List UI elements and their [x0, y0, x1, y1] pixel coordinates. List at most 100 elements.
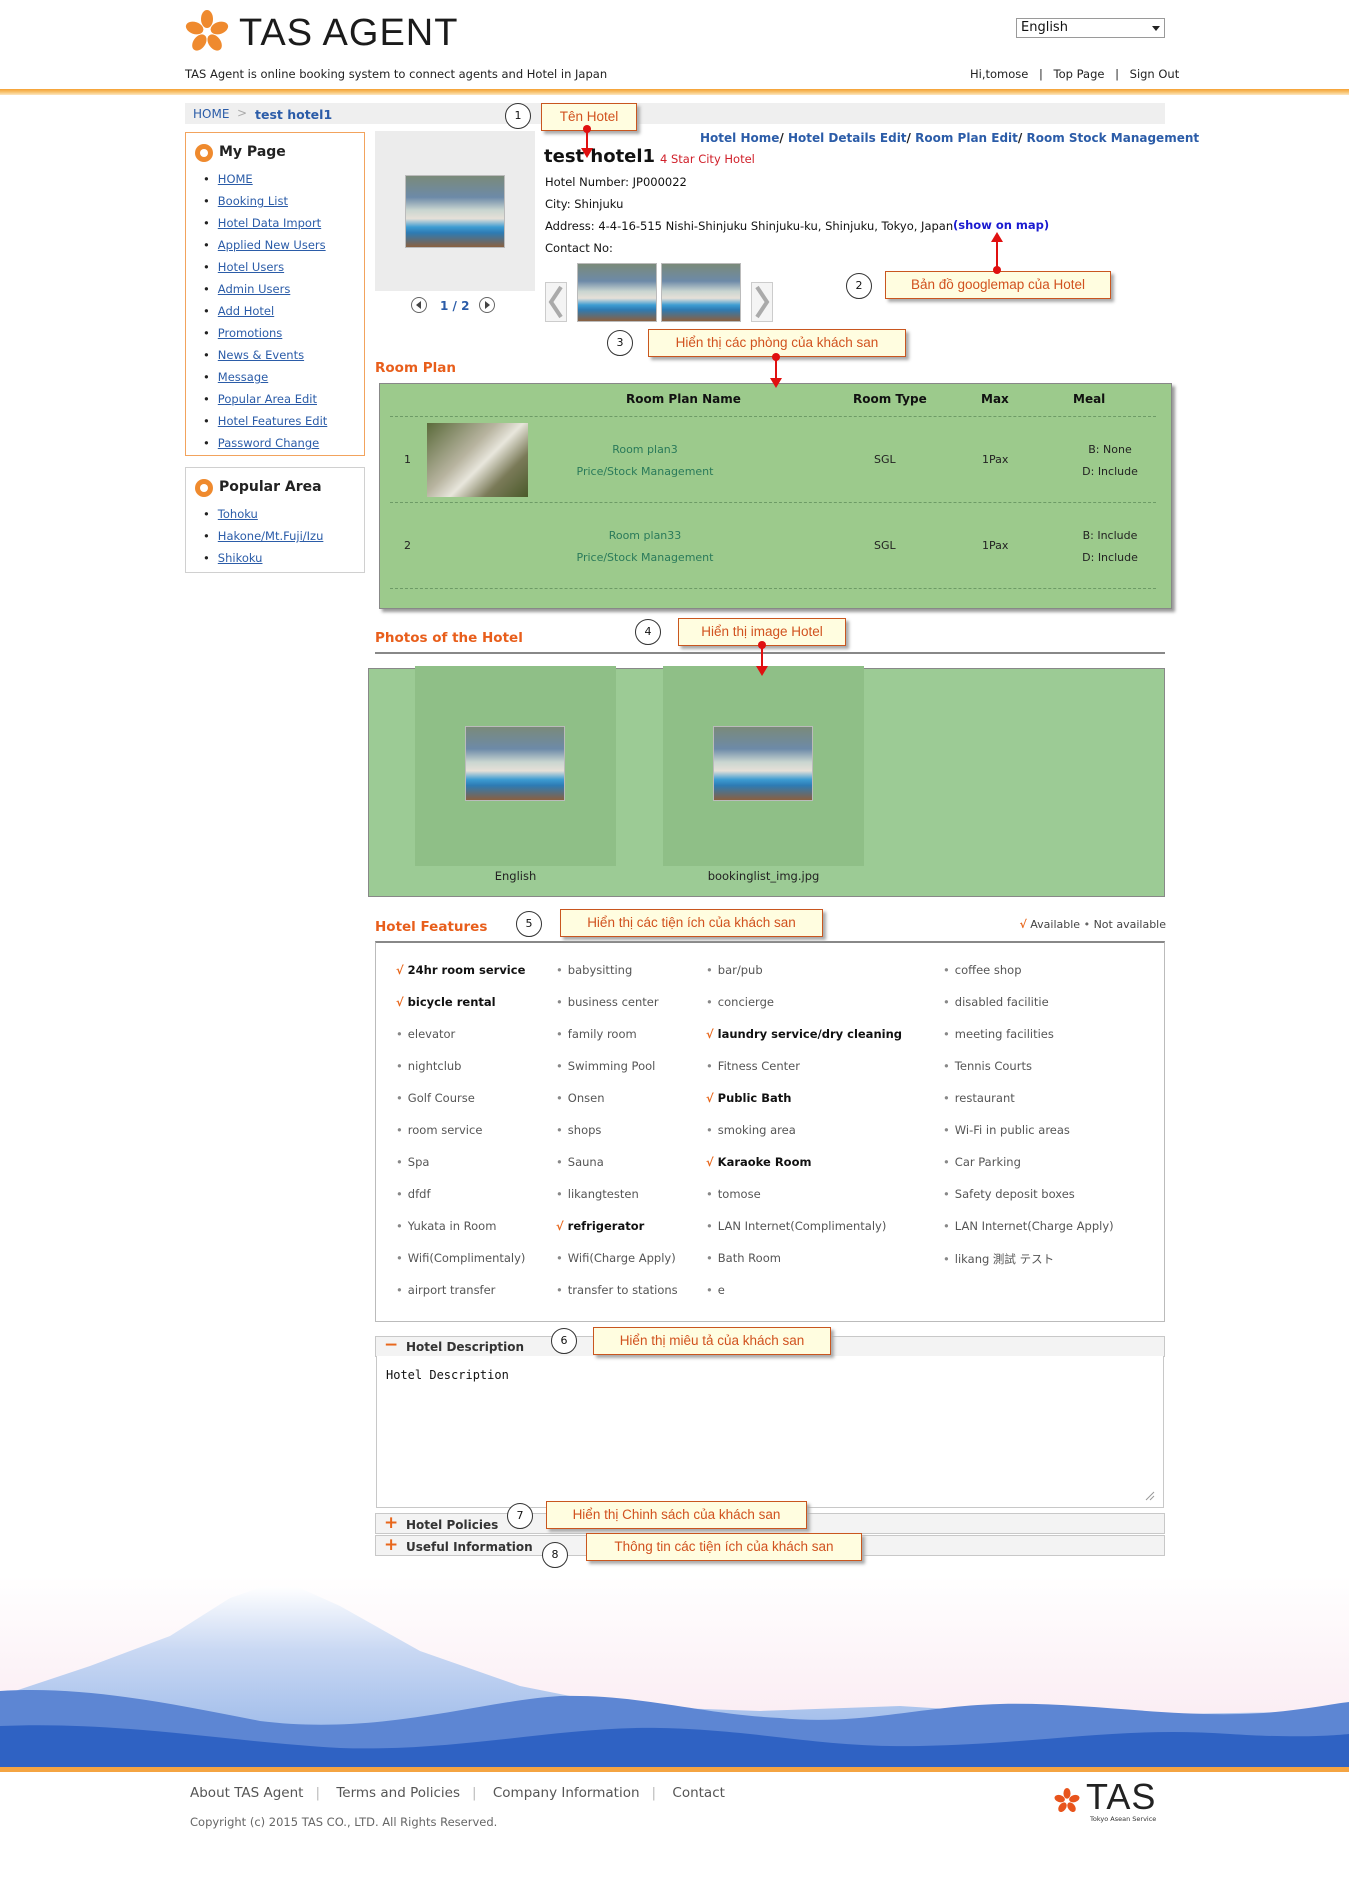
carousel-thumb[interactable] [577, 263, 657, 322]
feature-item: • likangtesten [556, 1187, 639, 1201]
my-page-item-promotions[interactable]: Promotions [203, 322, 327, 344]
footer-about-link[interactable]: About TAS Agent [190, 1785, 303, 1801]
feature-item: √ Public Bath [706, 1091, 791, 1105]
show-on-map-link[interactable]: (show on map) [953, 218, 1049, 232]
bullet-icon: • [943, 963, 950, 977]
menu-link[interactable]: Add Hotel [218, 304, 274, 318]
feature-item: √ bicycle rental [396, 995, 496, 1009]
popular-area-menu: Tohoku Hakone/Mt.Fuji/Izu Shikoku [203, 503, 324, 569]
features-grid: √ 24hr room service • babysitting • bar/pub • c… [375, 941, 1165, 1322]
pager-text: 1 / 2 [440, 299, 470, 313]
menu-link[interactable]: Promotions [218, 326, 283, 340]
photo-pager: 1 / 2 [410, 296, 500, 316]
menu-link[interactable]: Hotel Data Import [218, 216, 321, 230]
feature-label: business center [567, 995, 659, 1009]
next-arrow-icon[interactable] [478, 296, 496, 314]
room-type: SGL [874, 453, 896, 466]
feature-label: disabled facilitie [954, 995, 1049, 1009]
menu-link[interactable]: Popular Area Edit [218, 392, 317, 406]
menu-link[interactable]: Applied New Users [218, 238, 326, 252]
popular-item-shikoku[interactable]: Shikoku [203, 547, 323, 569]
my-page-item-hotel-users[interactable]: Hotel Users [203, 256, 327, 278]
my-page-item-add-hotel[interactable]: Add Hotel [203, 300, 327, 322]
legend-not-available: Not available [1093, 918, 1166, 931]
logo[interactable]: TAS AGENT [185, 8, 457, 56]
meal-dinner: D: Include [1082, 551, 1138, 564]
feature-label: nightclub [407, 1059, 462, 1073]
footer-contact-link[interactable]: Contact [672, 1785, 725, 1801]
bullet-icon: • [706, 963, 713, 977]
area-link[interactable]: Tohoku [218, 507, 258, 521]
feature-label: meeting facilities [954, 1027, 1054, 1041]
collapse-icon: − [384, 1335, 399, 1355]
feature-label: Onsen [567, 1091, 605, 1105]
annotation-label: Hiển thị các tiện ích của khách san [560, 909, 823, 937]
feature-label: Golf Course [407, 1091, 475, 1105]
menu-link[interactable]: Message [218, 370, 268, 384]
check-icon: √ [706, 1091, 714, 1105]
sign-out-link[interactable]: Sign Out [1130, 67, 1180, 81]
feature-label: e [717, 1283, 725, 1297]
feature-item: • smoking area [706, 1123, 796, 1137]
hotel-main-photo[interactable] [405, 175, 505, 248]
room-photo[interactable] [427, 423, 528, 497]
annotation-label: Thông tin các tiện ích của khách san [586, 1533, 862, 1561]
expand-icon: + [384, 1535, 399, 1555]
area-link[interactable]: Shikoku [218, 551, 263, 565]
menu-link[interactable]: Password Change [218, 436, 319, 450]
my-page-item-hotel-features-edit[interactable]: Hotel Features Edit [203, 410, 328, 432]
room-stock-management-link[interactable]: Room Stock Management [1026, 131, 1199, 145]
popular-item-tohoku[interactable]: Tohoku [203, 503, 323, 525]
menu-link[interactable]: Hotel Features Edit [218, 414, 328, 428]
menu-link[interactable]: Admin Users [218, 282, 291, 296]
photo-card [415, 666, 616, 866]
copyright: Copyright (c) 2015 TAS CO., LTD. All Rig… [190, 1815, 498, 1829]
feature-item: • tomose [706, 1187, 761, 1201]
menu-link[interactable]: Booking List [218, 194, 288, 208]
feature-label: Swimming Pool [567, 1059, 656, 1073]
hotel-details-edit-link[interactable]: Hotel Details Edit [788, 131, 907, 145]
breadcrumb-current: test hotel1 [255, 107, 333, 122]
popular-item-hakone[interactable]: Hakone/Mt.Fuji/Izu [203, 525, 324, 547]
hotel-home-link[interactable]: Hotel Home [700, 131, 779, 145]
room-plan-link[interactable]: Room plan33 [545, 529, 745, 542]
my-page-item-message[interactable]: Message [203, 366, 327, 388]
carousel-thumb[interactable] [661, 263, 741, 322]
feature-item: • bar/pub [706, 963, 763, 977]
breadcrumb-home[interactable]: HOME [193, 107, 229, 121]
menu-link[interactable]: News & Events [218, 348, 304, 362]
bullet-icon: • [556, 1251, 563, 1265]
my-page-item-booking-list[interactable]: Booking List [203, 190, 327, 212]
my-page-item-news-events[interactable]: News & Events [203, 344, 327, 366]
footer-terms-link[interactable]: Terms and Policies [336, 1785, 460, 1801]
feature-label: likangtesten [567, 1187, 639, 1201]
gallery-photo[interactable] [713, 726, 813, 801]
top-page-link[interactable]: Top Page [1054, 67, 1105, 81]
room-plan-link[interactable]: Room plan3 [545, 443, 745, 456]
my-page-item-popular-area-edit[interactable]: Popular Area Edit [203, 388, 327, 410]
my-page-item-admin-users[interactable]: Admin Users [203, 278, 327, 300]
menu-link[interactable]: HOME [218, 172, 253, 186]
my-page-item-password-change[interactable]: Password Change [203, 432, 327, 454]
menu-link[interactable]: Hotel Users [218, 260, 284, 274]
feature-item: √ laundry service/dry cleaning [706, 1027, 902, 1041]
price-stock-link[interactable]: Price/Stock Management [545, 551, 745, 564]
my-page-item-applied-new-users[interactable]: Applied New Users [203, 234, 327, 256]
gallery-photo[interactable] [465, 726, 565, 801]
bullet-icon: • [943, 1123, 950, 1137]
price-stock-link[interactable]: Price/Stock Management [545, 465, 745, 478]
language-select[interactable]: English [1016, 18, 1165, 38]
carousel-prev-button[interactable] [545, 282, 567, 322]
footer-company-link[interactable]: Company Information [493, 1785, 640, 1801]
my-page-item-home[interactable]: HOME [203, 168, 327, 190]
bullet-icon: • [943, 1091, 950, 1105]
bullet-icon: • [556, 1283, 563, 1297]
carousel-next-button[interactable] [751, 282, 773, 322]
room-plan-edit-link[interactable]: Room Plan Edit [915, 131, 1018, 145]
resize-handle-icon[interactable] [1145, 1491, 1155, 1501]
feature-label: family room [567, 1027, 637, 1041]
photos-title: Photos of the Hotel [375, 630, 523, 646]
area-link[interactable]: Hakone/Mt.Fuji/Izu [218, 529, 324, 543]
my-page-item-hotel-data-import[interactable]: Hotel Data Import [203, 212, 327, 234]
prev-arrow-icon[interactable] [410, 296, 428, 314]
